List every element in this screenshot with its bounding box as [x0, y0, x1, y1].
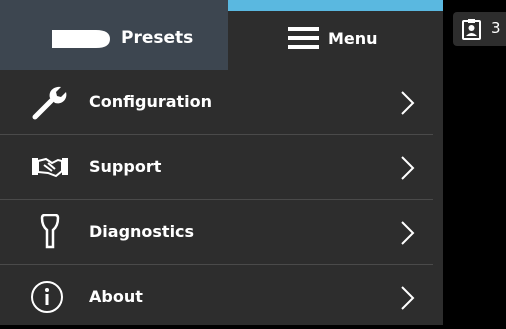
probe-icon	[52, 30, 110, 48]
clipboard-patient-button[interactable]: 3	[453, 12, 506, 46]
wrench-icon	[32, 86, 67, 120]
menu-list: Configuration Support Diagnostics About	[0, 70, 443, 329]
clipboard-patient-icon	[462, 19, 481, 40]
tab-presets-label: Presets	[121, 28, 194, 48]
chevron-right-icon	[401, 221, 415, 245]
menu-item-support[interactable]: Support	[0, 135, 433, 200]
tab-menu[interactable]: Menu	[228, 0, 443, 70]
active-tab-indicator	[228, 0, 443, 11]
info-icon	[31, 281, 63, 313]
menu-item-label: Diagnostics	[89, 222, 195, 241]
chevron-right-icon	[401, 156, 415, 180]
tab-menu-label: Menu	[328, 29, 378, 48]
handshake-icon	[32, 157, 68, 178]
menu-item-diagnostics[interactable]: Diagnostics	[0, 200, 433, 265]
hamburger-menu-icon	[288, 27, 319, 49]
clipboard-count: 3	[491, 19, 501, 37]
side-menu-panel: Presets Menu Configuration Support Diagn…	[0, 0, 443, 325]
menu-item-about[interactable]: About	[0, 265, 433, 329]
chevron-right-icon	[401, 286, 415, 310]
menu-item-label: Configuration	[89, 92, 213, 111]
chevron-right-icon	[401, 91, 415, 115]
transducer-icon	[40, 214, 60, 249]
menu-item-label: Support	[89, 157, 162, 176]
menu-item-configuration[interactable]: Configuration	[0, 70, 433, 135]
menu-item-label: About	[89, 287, 143, 306]
tab-presets[interactable]: Presets	[0, 0, 228, 70]
